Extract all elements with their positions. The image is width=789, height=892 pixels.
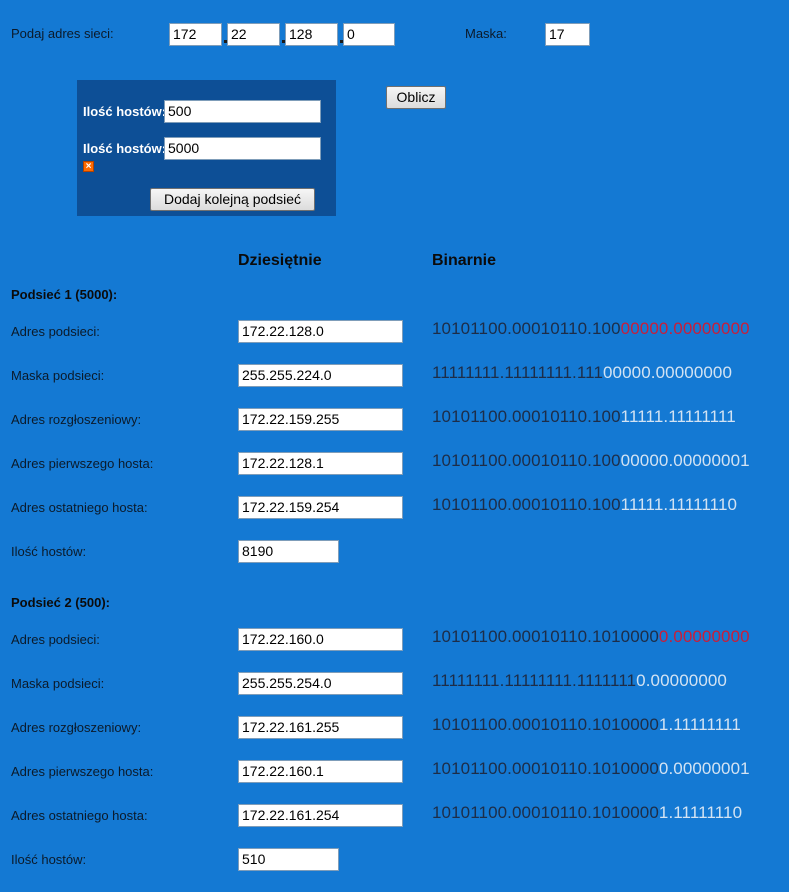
row-label: Maska podsieci: [11, 368, 105, 383]
binary-value: 10101100.00010110.10000000.00000001 [432, 451, 750, 471]
binary-network-bits: 10101100.00010110.100 [432, 451, 621, 470]
decimal-value-field[interactable]: 255.255.254.0 [238, 672, 403, 695]
binary-network-bits: 10101100.00010110.100 [432, 407, 621, 426]
decimal-value-field[interactable]: 172.22.159.254 [238, 496, 403, 519]
hosts-count-label: Ilość hostów: [83, 104, 167, 119]
binary-network-bits: 10101100.00010110.1010000 [432, 803, 659, 822]
hosts-count-label: Ilość hostów: [11, 852, 87, 867]
hosts-count-field[interactable]: 510 [238, 848, 339, 871]
row-label: Adres podsieci: [11, 632, 100, 647]
mask-label: Maska: [465, 26, 507, 41]
binary-network-bits: 10101100.00010110.1010000 [432, 715, 659, 734]
binary-host-bits: 00000.00000000 [603, 363, 733, 382]
binary-value: 10101100.00010110.10100000.00000001 [432, 759, 750, 779]
binary-value: 10101100.00010110.10100001.11111110 [432, 803, 742, 823]
binary-host-bits: 0.00000000 [636, 671, 727, 690]
decimal-value-field[interactable]: 255.255.224.0 [238, 364, 403, 387]
binary-host-bits: 00000.00000000 [620, 319, 750, 338]
hosts-count-label: Ilość hostów: [83, 141, 167, 156]
hosts-count-input-2[interactable]: 5000 [164, 137, 321, 160]
binary-value: 10101100.00010110.10100000.00000000 [432, 627, 750, 647]
row-label: Adres pierwszego hosta: [11, 764, 154, 779]
octet-4-input[interactable]: 0 [343, 23, 395, 46]
decimal-value-field[interactable]: 172.22.161.254 [238, 804, 403, 827]
binary-host-bits: 11111.11111111 [620, 407, 736, 426]
close-icon[interactable]: × [83, 161, 94, 172]
row-label: Adres podsieci: [11, 324, 100, 339]
calculate-button[interactable]: Oblicz [386, 86, 446, 109]
row-label: Adres pierwszego hosta: [11, 456, 154, 471]
decimal-value-field[interactable]: 172.22.161.255 [238, 716, 403, 739]
row-label: Adres rozgłoszeniowy: [11, 720, 142, 735]
decimal-column-header: Dziesiętnie [238, 252, 322, 269]
octet-2-input[interactable]: 22 [227, 23, 280, 46]
network-address-label: Podaj adres sieci: [11, 26, 114, 41]
add-subnet-button[interactable]: Dodaj kolejną podsieć [150, 188, 315, 211]
subnet-title: Podsieć 2 (500): [11, 595, 110, 610]
binary-value: 10101100.00010110.10000000.00000000 [432, 319, 750, 339]
binary-host-bits: 1.11111110 [658, 803, 743, 822]
subnet-title: Podsieć 1 (5000): [11, 287, 118, 302]
binary-network-bits: 11111111.11111111.111 [432, 363, 603, 382]
hosts-panel: Ilość hostów: 500 Ilość hostów: 5000 Dod… [77, 80, 336, 216]
hosts-count-input-1[interactable]: 500 [164, 100, 321, 123]
binary-network-bits: 10101100.00010110.1010000 [432, 759, 659, 778]
row-label: Adres ostatniego hosta: [11, 500, 148, 515]
binary-network-bits: 10101100.00010110.100 [432, 319, 621, 338]
decimal-value-field[interactable]: 172.22.159.255 [238, 408, 403, 431]
decimal-value-field[interactable]: 172.22.160.0 [238, 628, 403, 651]
binary-value: 10101100.00010110.10011111.11111111 [432, 407, 736, 427]
binary-network-bits: 10101100.00010110.1010000 [432, 627, 659, 646]
decimal-value-field[interactable]: 172.22.160.1 [238, 760, 403, 783]
binary-value: 11111111.11111111.11100000.00000000 [432, 363, 732, 383]
binary-column-header: Binarnie [432, 252, 497, 269]
row-label: Adres ostatniego hosta: [11, 808, 148, 823]
mask-input[interactable]: 17 [545, 23, 590, 46]
binary-network-bits: 11111111.11111111.1111111 [432, 671, 637, 690]
hosts-count-label: Ilość hostów: [11, 544, 87, 559]
octet-1-input[interactable]: 172 [169, 23, 222, 46]
binary-host-bits: 11111.11111110 [620, 495, 738, 514]
binary-host-bits: 1.11111111 [658, 715, 741, 734]
binary-host-bits: 0.00000000 [658, 627, 750, 646]
binary-value: 11111111.11111111.11111110.00000000 [432, 671, 727, 691]
binary-host-bits: 00000.00000001 [620, 451, 750, 470]
decimal-value-field[interactable]: 172.22.128.1 [238, 452, 403, 475]
octet-3-input[interactable]: 128 [285, 23, 338, 46]
row-label: Maska podsieci: [11, 676, 105, 691]
row-label: Adres rozgłoszeniowy: [11, 412, 142, 427]
binary-network-bits: 10101100.00010110.100 [432, 495, 621, 514]
binary-host-bits: 0.00000001 [658, 759, 750, 778]
hosts-count-field[interactable]: 8190 [238, 540, 339, 563]
decimal-value-field[interactable]: 172.22.128.0 [238, 320, 403, 343]
binary-value: 10101100.00010110.10011111.11111110 [432, 495, 737, 515]
binary-value: 10101100.00010110.10100001.11111111 [432, 715, 741, 735]
